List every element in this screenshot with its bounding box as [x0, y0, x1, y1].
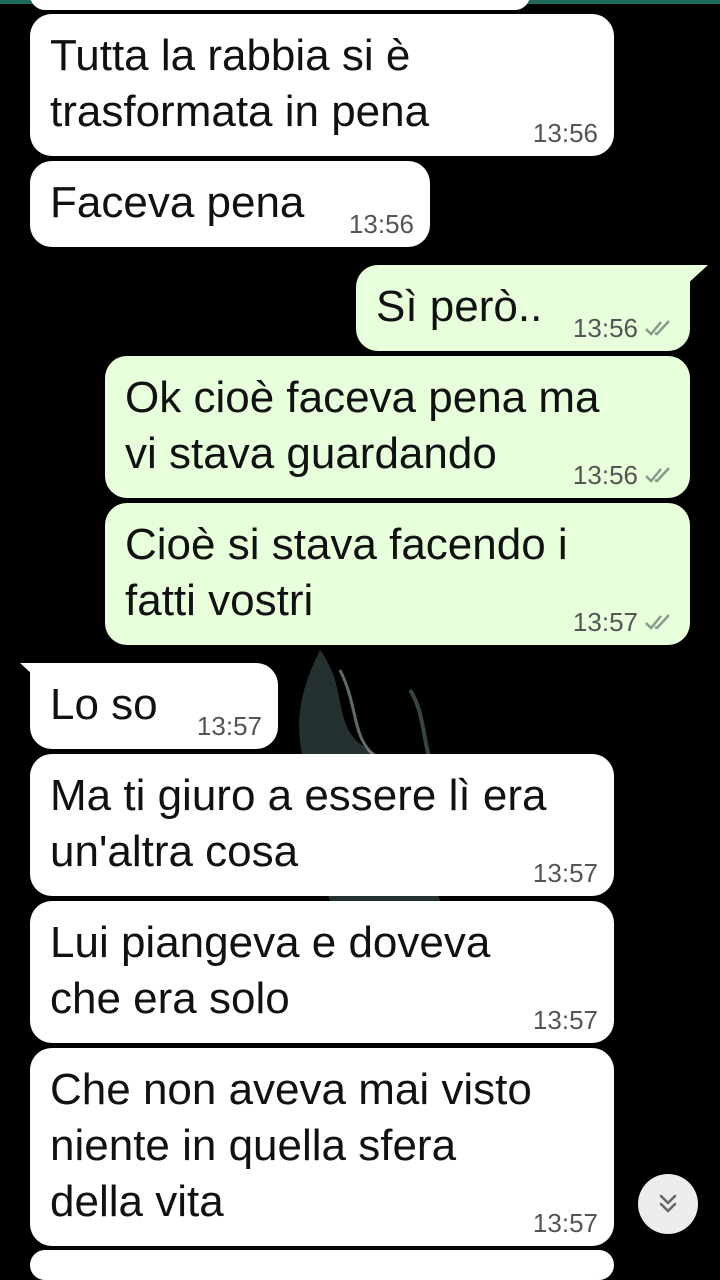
message-time: 13:57 — [572, 607, 638, 637]
message-incoming[interactable]: Lui piangeva e doveva che era solo 13:57 — [30, 901, 614, 1043]
message-time: 13:57 — [532, 1208, 598, 1238]
message-text: Ma ti giuro a essere lì era un'altra cos… — [50, 771, 547, 876]
message-time: 13:56 — [572, 313, 638, 343]
read-ticks-icon — [645, 320, 670, 336]
message-text: Lui piangeva e doveva che era solo — [50, 918, 491, 1023]
message-text: Che non aveva mai visto niente in quella… — [50, 1065, 532, 1226]
message-incoming[interactable]: Lo so 13:57 — [30, 663, 278, 749]
double-chevron-down-icon — [659, 1194, 677, 1213]
message-incoming[interactable]: Faceva pena 13:56 — [30, 161, 430, 247]
message-time: 13:57 — [532, 1005, 598, 1035]
read-ticks-icon — [645, 467, 670, 483]
message-time: 13:56 — [572, 460, 638, 490]
message-time: 13:56 — [348, 209, 414, 239]
message-time: 13:57 — [196, 711, 262, 741]
message-incoming[interactable]: Tutta la rabbia si è trasformata in pena… — [30, 14, 614, 156]
partial-message-bubble-bottom — [30, 1250, 614, 1280]
message-incoming[interactable]: Che non aveva mai visto niente in quella… — [30, 1048, 614, 1246]
message-time: 13:56 — [532, 118, 598, 148]
read-ticks-icon — [645, 614, 670, 630]
message-incoming[interactable]: Ma ti giuro a essere lì era un'altra cos… — [30, 754, 614, 896]
scroll-to-bottom-button[interactable] — [638, 1174, 698, 1234]
message-outgoing[interactable]: Cioè si stava facendo i fatti vostri 13:… — [105, 503, 690, 645]
message-time: 13:57 — [532, 858, 598, 888]
message-outgoing[interactable]: Sì però.. 13:56 — [356, 265, 690, 351]
message-text: Tutta la rabbia si è trasformata in pena — [50, 31, 430, 136]
partial-message-bubble-top — [30, 0, 530, 10]
message-outgoing[interactable]: Ok cioè faceva pena ma vi stava guardand… — [105, 356, 690, 498]
